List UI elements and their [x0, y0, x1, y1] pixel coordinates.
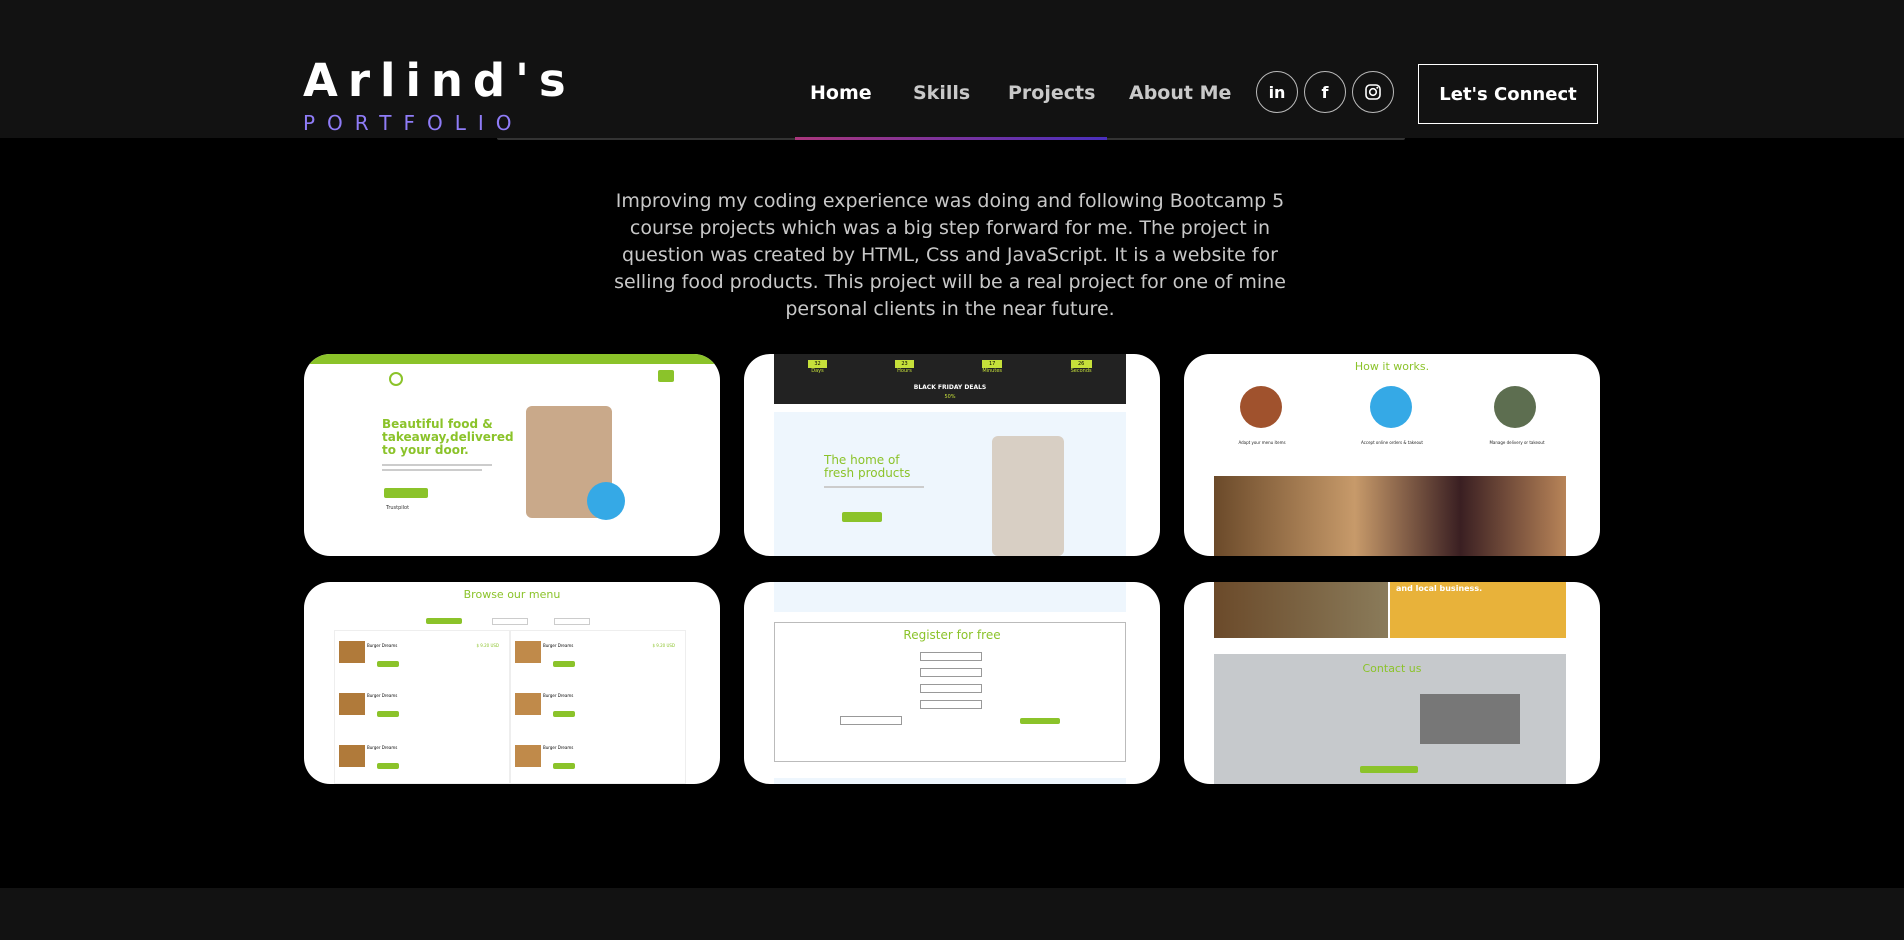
cart-icon [658, 370, 674, 382]
location-icon [389, 372, 403, 386]
hours-label: Hours [897, 368, 912, 374]
project-description: Improving my coding experience was doing… [614, 190, 1286, 320]
card-headline: Beautiful food & takeaway,delivered to y… [382, 417, 514, 457]
burger-image [339, 641, 365, 663]
projects-tab-indicator[interactable] [795, 137, 1107, 140]
add-button [553, 763, 575, 769]
menu-item-name: Burger Dreams [367, 643, 398, 648]
project-card-6[interactable]: and local business. Contact us [1184, 582, 1600, 784]
navbar: Arlind's PORTFOLIO Home Skills Projects … [0, 0, 1904, 138]
connect-button[interactable]: Let's Connect [1418, 64, 1598, 124]
burger-image [515, 693, 541, 715]
burger-image [515, 745, 541, 767]
shop-button [842, 512, 882, 522]
card-headline: Register for free [903, 628, 1001, 642]
step-image-3 [1494, 386, 1536, 428]
text-line [382, 469, 482, 471]
top-bar [304, 354, 720, 364]
add-button [553, 661, 575, 667]
form-field [920, 668, 982, 677]
menu-item-name: Burger Dreams [543, 745, 574, 750]
step-image-1 [1240, 386, 1282, 428]
woman-image [992, 436, 1064, 556]
form-field [920, 652, 982, 661]
brand-title: Arlind's [303, 54, 576, 107]
step-image-2 [1370, 386, 1412, 428]
minutes-label: Minutes [982, 368, 1002, 374]
filter-tab [492, 618, 528, 625]
menu-column-left: Burger Dreams $ 9.20 USD Burger Dreams B… [334, 630, 510, 784]
step-label-1: Adapt your menu items [1238, 440, 1286, 445]
send-button [1360, 766, 1418, 773]
submit-button [1020, 718, 1060, 724]
seconds-label: Seconds [1070, 368, 1092, 374]
order-button [384, 488, 428, 498]
project-card-5[interactable]: Register for free [744, 582, 1160, 784]
project-card-4[interactable]: Browse our menu Burger Dreams $ 9.20 USD… [304, 582, 720, 784]
brand-subtitle: PORTFOLIO [303, 111, 524, 135]
rating-label: Trustpilot [386, 505, 410, 511]
form-select [920, 700, 982, 709]
banner-text: and local business. [1396, 584, 1483, 593]
card-headline: Browse our menu [463, 588, 561, 601]
countdown-hours: 23 [895, 360, 914, 368]
top-section [774, 582, 1126, 612]
add-button [377, 661, 399, 667]
facebook-icon[interactable]: f [1304, 71, 1346, 113]
project-card-1[interactable]: Beautiful food & takeaway,delivered to y… [304, 354, 720, 556]
add-button [377, 711, 399, 717]
contact-form [1420, 694, 1520, 744]
countdown-minutes: 17 [982, 360, 1002, 368]
filter-tab-active [426, 618, 462, 624]
countdown-days: 32 [808, 360, 827, 368]
menu-column-right: Burger Dreams $ 9.20 USD Burger Dreams B… [510, 630, 686, 784]
footer [0, 888, 1904, 940]
filter-tab [554, 618, 590, 625]
project-card-2[interactable]: 32 Days 23 Hours 17 Minutes 26 Seconds BLACK… [744, 354, 1160, 556]
banner-title: BLACK FRIDAY DEALS [913, 384, 987, 391]
menu-item-name: Burger Dreams [367, 693, 398, 698]
days-label: Days [811, 368, 824, 374]
menu-item-price: $ 9.20 USD [652, 643, 675, 648]
form-select [840, 716, 902, 725]
bottom-section [774, 778, 1126, 784]
menu-item-name: Burger Dreams [543, 693, 574, 698]
countdown: 32 Days 23 Hours 17 Minutes 26 Seconds [774, 360, 1126, 374]
form-field [920, 684, 982, 693]
card-headline: How it works. [1354, 360, 1430, 373]
instagram-icon[interactable] [1352, 71, 1394, 113]
linkedin-icon[interactable]: in [1256, 71, 1298, 113]
menu-item-name: Burger Dreams [543, 643, 574, 648]
countdown-seconds: 26 [1070, 360, 1092, 368]
dessert-image [1214, 476, 1566, 556]
food-image [1214, 582, 1388, 638]
hero-section [774, 412, 1126, 556]
step-label-2: Accept online orders & takeout [1361, 440, 1423, 445]
burger-image [339, 745, 365, 767]
add-button [377, 763, 399, 769]
menu-item-name: Burger Dreams [367, 745, 398, 750]
burger-image [339, 693, 365, 715]
menu-item-price: $ 9.20 USD [476, 643, 499, 648]
card-headline: Contact us [1362, 662, 1422, 675]
nav-about[interactable]: About Me [1129, 82, 1231, 104]
nav-home[interactable]: Home [810, 82, 872, 104]
step-label-3: Manage delivery or takeout [1489, 440, 1545, 445]
banner-promo: 50% [944, 394, 956, 400]
nav-skills[interactable]: Skills [913, 82, 970, 104]
brand-logo[interactable]: Arlind's PORTFOLIO [303, 54, 576, 136]
text-line [824, 486, 924, 488]
phone-image [587, 482, 625, 520]
text-line [382, 464, 492, 466]
add-button [553, 711, 575, 717]
card-headline: The home of fresh products [824, 453, 911, 480]
burger-image [515, 641, 541, 663]
nav-projects[interactable]: Projects [1008, 82, 1095, 104]
project-card-3[interactable]: How it works. Adapt your menu items Acce… [1184, 354, 1600, 556]
